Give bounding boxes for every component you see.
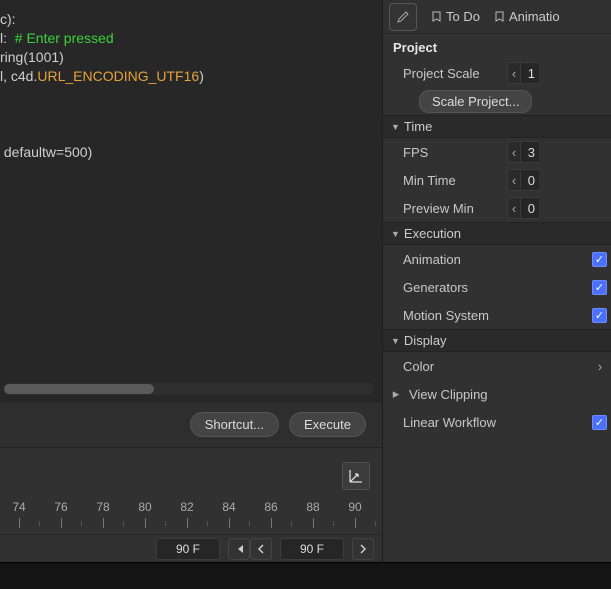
chevron-left-icon[interactable]: ‹ xyxy=(507,62,521,84)
linear-workflow-label: Linear Workflow xyxy=(403,415,533,430)
panel-edit-icon[interactable] xyxy=(389,3,417,31)
project-scale-value[interactable]: 1 xyxy=(521,62,539,84)
code-scrollbar-thumb[interactable] xyxy=(4,384,154,394)
ruler-tick: 82 xyxy=(176,500,198,514)
generators-checkbox[interactable]: ✓ xyxy=(592,280,607,295)
expand-view-clipping-icon[interactable]: ▸ xyxy=(389,386,403,402)
motion-system-checkbox[interactable]: ✓ xyxy=(592,308,607,323)
ruler-tick: 74 xyxy=(8,500,30,514)
bookmark-icon xyxy=(494,11,505,22)
tab-animation-label: Animatio xyxy=(509,9,560,24)
chevron-left-icon[interactable]: ‹ xyxy=(507,141,521,163)
chevron-left-icon[interactable]: ‹ xyxy=(507,197,521,219)
preview-min-stepper[interactable]: ‹ 0 xyxy=(507,197,539,219)
section-time-label: Time xyxy=(404,119,432,134)
collapse-icon: ▼ xyxy=(391,336,400,346)
preview-min-value[interactable]: 0 xyxy=(521,197,539,219)
frame-end-field[interactable]: 90 F xyxy=(280,538,344,560)
ruler-tick: 80 xyxy=(134,500,156,514)
ruler-tick: 90 xyxy=(344,500,366,514)
chevron-left-icon[interactable]: ‹ xyxy=(507,169,521,191)
code-editor[interactable]: c):l: # Enter pressedring(1001)l, c4d.UR… xyxy=(0,0,382,401)
ruler-tick: 78 xyxy=(92,500,114,514)
bookmark-icon xyxy=(431,11,442,22)
execute-button[interactable]: Execute xyxy=(289,412,366,437)
section-time-header[interactable]: ▼ Time xyxy=(383,115,611,138)
step-prev-icon xyxy=(234,544,244,554)
shortcut-button[interactable]: Shortcut... xyxy=(190,412,279,437)
min-time-stepper[interactable]: ‹ 0 xyxy=(507,169,539,191)
chevron-right-icon xyxy=(359,544,367,554)
chevron-left-icon xyxy=(257,544,265,554)
chevron-right-icon[interactable]: › xyxy=(593,359,607,374)
status-bar xyxy=(0,562,611,589)
axes-icon xyxy=(348,468,364,484)
animation-checkbox-label: Animation xyxy=(403,252,501,267)
code-horizontal-scrollbar[interactable] xyxy=(4,383,374,395)
tab-todo[interactable]: To Do xyxy=(431,9,480,24)
timeline-scale-icon[interactable] xyxy=(342,462,370,490)
min-time-value[interactable]: 0 xyxy=(521,169,539,191)
properties-panel: To Do Animatio Project Project Scale ‹ 1… xyxy=(382,0,611,562)
panel-heading: Project xyxy=(383,34,611,59)
ruler-tick: 84 xyxy=(218,500,240,514)
section-display-header[interactable]: ▼ Display xyxy=(383,329,611,352)
frame-forward-button[interactable] xyxy=(352,538,374,560)
animation-checkbox[interactable]: ✓ xyxy=(592,252,607,267)
section-execution-label: Execution xyxy=(404,226,461,241)
color-label: Color xyxy=(403,359,501,374)
min-time-label: Min Time xyxy=(403,173,501,188)
project-scale-label: Project Scale xyxy=(403,66,501,81)
frame-prev-button[interactable] xyxy=(228,538,250,560)
tab-animation[interactable]: Animatio xyxy=(494,9,560,24)
ruler-tick: 76 xyxy=(50,500,72,514)
timeline: 74 76 78 80 82 84 86 88 90 90 F 90 F xyxy=(0,447,382,562)
section-display-label: Display xyxy=(404,333,447,348)
project-scale-stepper[interactable]: ‹ 1 xyxy=(507,62,539,84)
fps-value[interactable]: 3 xyxy=(521,141,539,163)
collapse-icon: ▼ xyxy=(391,122,400,132)
fps-label: FPS xyxy=(403,145,501,160)
collapse-icon: ▼ xyxy=(391,229,400,239)
preview-min-label: Preview Min xyxy=(403,201,501,216)
generators-checkbox-label: Generators xyxy=(403,280,501,295)
ruler-tick: 86 xyxy=(260,500,282,514)
section-execution-header[interactable]: ▼ Execution xyxy=(383,222,611,245)
frame-current-field[interactable]: 90 F xyxy=(156,538,220,560)
motion-system-checkbox-label: Motion System xyxy=(403,308,523,323)
fps-stepper[interactable]: ‹ 3 xyxy=(507,141,539,163)
scale-project-button[interactable]: Scale Project... xyxy=(419,90,532,113)
frame-rewind-button[interactable] xyxy=(250,538,272,560)
tab-todo-label: To Do xyxy=(446,9,480,24)
view-clipping-label: View Clipping xyxy=(409,387,521,402)
pencil-icon xyxy=(395,9,411,25)
timeline-ruler[interactable]: 74 76 78 80 82 84 86 88 90 xyxy=(0,500,382,534)
script-toolbar: Shortcut... Execute xyxy=(0,401,382,447)
ruler-tick: 88 xyxy=(302,500,324,514)
linear-workflow-checkbox[interactable]: ✓ xyxy=(592,415,607,430)
